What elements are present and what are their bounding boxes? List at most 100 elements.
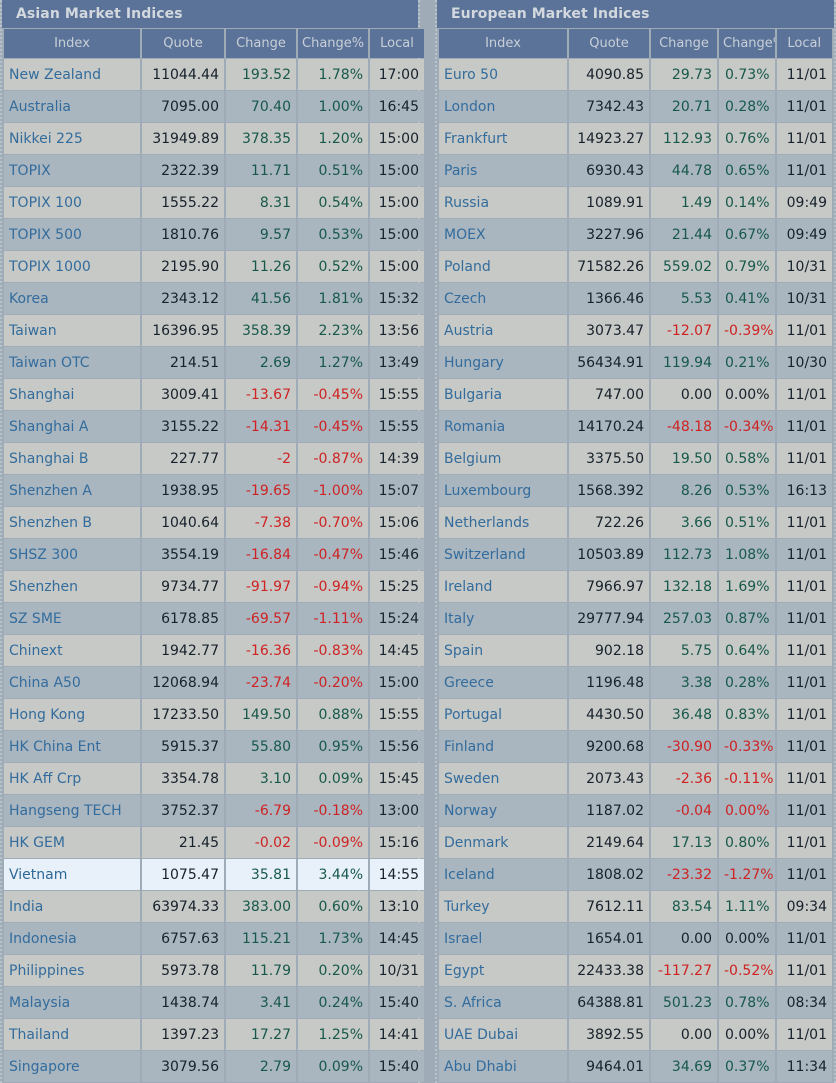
index-name-link[interactable]: Philippines bbox=[4, 955, 140, 986]
index-name-link[interactable]: Frankfurt bbox=[439, 123, 567, 154]
table-row[interactable]: Poland71582.26559.020.79%10/31 bbox=[439, 251, 832, 282]
column-header-changepct[interactable]: Change% bbox=[298, 29, 368, 58]
table-row[interactable]: Vietnam1075.4735.813.44%14:55 bbox=[4, 859, 424, 890]
index-name-link[interactable]: Luxembourg bbox=[439, 475, 567, 506]
index-name-link[interactable]: Hungary bbox=[439, 347, 567, 378]
table-row[interactable]: Euro 504090.8529.730.73%11/01 bbox=[439, 59, 832, 90]
table-row[interactable]: Bulgaria747.000.000.00%11/01 bbox=[439, 379, 832, 410]
table-row[interactable]: Israel1654.010.000.00%11/01 bbox=[439, 923, 832, 954]
table-row[interactable]: Paris6930.4344.780.65%11/01 bbox=[439, 155, 832, 186]
index-name-link[interactable]: TOPIX 100 bbox=[4, 187, 140, 218]
column-header-changepct[interactable]: Change% bbox=[719, 29, 775, 58]
table-row[interactable]: Shanghai A3155.22-14.31-0.45%15:55 bbox=[4, 411, 424, 442]
index-name-link[interactable]: Shenzhen B bbox=[4, 507, 140, 538]
table-row[interactable]: TOPIX2322.3911.710.51%15:00 bbox=[4, 155, 424, 186]
table-row[interactable]: Denmark2149.6417.130.80%11/01 bbox=[439, 827, 832, 858]
index-name-link[interactable]: Austria bbox=[439, 315, 567, 346]
index-name-link[interactable]: HK GEM bbox=[4, 827, 140, 858]
index-name-link[interactable]: Chinext bbox=[4, 635, 140, 666]
table-row[interactable]: HK China Ent5915.3755.800.95%15:56 bbox=[4, 731, 424, 762]
index-name-link[interactable]: TOPIX bbox=[4, 155, 140, 186]
index-name-link[interactable]: Hong Kong bbox=[4, 699, 140, 730]
table-row[interactable]: Hong Kong17233.50149.500.88%15:55 bbox=[4, 699, 424, 730]
index-name-link[interactable]: Indonesia bbox=[4, 923, 140, 954]
index-name-link[interactable]: Poland bbox=[439, 251, 567, 282]
index-name-link[interactable]: Taiwan bbox=[4, 315, 140, 346]
index-name-link[interactable]: Shenzhen A bbox=[4, 475, 140, 506]
table-row[interactable]: Czech1366.465.530.41%10/31 bbox=[439, 283, 832, 314]
index-name-link[interactable]: Vietnam bbox=[4, 859, 140, 890]
table-row[interactable]: Portugal4430.5036.480.83%11/01 bbox=[439, 699, 832, 730]
index-name-link[interactable]: Italy bbox=[439, 603, 567, 634]
table-row[interactable]: Finland9200.68-30.90-0.33%11/01 bbox=[439, 731, 832, 762]
table-row[interactable]: Belgium3375.5019.500.58%11/01 bbox=[439, 443, 832, 474]
index-name-link[interactable]: Bulgaria bbox=[439, 379, 567, 410]
table-row[interactable]: MOEX3227.9621.440.67%09:49 bbox=[439, 219, 832, 250]
column-header-local[interactable]: Local bbox=[777, 29, 833, 58]
index-name-link[interactable]: HK Aff Crp bbox=[4, 763, 140, 794]
table-row[interactable]: S. Africa64388.81501.230.78%08:34 bbox=[439, 987, 832, 1018]
table-row[interactable]: Greece1196.483.380.28%11/01 bbox=[439, 667, 832, 698]
column-header-change[interactable]: Change bbox=[226, 29, 296, 58]
table-row[interactable]: Norway1187.02-0.040.00%11/01 bbox=[439, 795, 832, 826]
column-header-change[interactable]: Change bbox=[651, 29, 717, 58]
table-row[interactable]: Austria3073.47-12.07-0.39%11/01 bbox=[439, 315, 832, 346]
table-row[interactable]: Shanghai B227.77-2-0.87%14:39 bbox=[4, 443, 424, 474]
table-row[interactable]: Abu Dhabi9464.0134.690.37%11:34 bbox=[439, 1051, 832, 1082]
index-name-link[interactable]: Romania bbox=[439, 411, 567, 442]
table-row[interactable]: Switzerland10503.89112.731.08%11/01 bbox=[439, 539, 832, 570]
index-name-link[interactable]: Nikkei 225 bbox=[4, 123, 140, 154]
table-row[interactable]: Spain902.185.750.64%11/01 bbox=[439, 635, 832, 666]
column-header-index[interactable]: Index bbox=[4, 29, 140, 58]
column-header-quote[interactable]: Quote bbox=[569, 29, 649, 58]
index-name-link[interactable]: MOEX bbox=[439, 219, 567, 250]
table-row[interactable]: TOPIX 1001555.228.310.54%15:00 bbox=[4, 187, 424, 218]
index-name-link[interactable]: Iceland bbox=[439, 859, 567, 890]
table-row[interactable]: Shenzhen B1040.64-7.38-0.70%15:06 bbox=[4, 507, 424, 538]
table-row[interactable]: India63974.33383.000.60%13:10 bbox=[4, 891, 424, 922]
index-name-link[interactable]: China A50 bbox=[4, 667, 140, 698]
table-row[interactable]: Chinext1942.77-16.36-0.83%14:45 bbox=[4, 635, 424, 666]
index-name-link[interactable]: Thailand bbox=[4, 1019, 140, 1050]
table-row[interactable]: Italy29777.94257.030.87%11/01 bbox=[439, 603, 832, 634]
table-row[interactable]: TOPIX 5001810.769.570.53%15:00 bbox=[4, 219, 424, 250]
table-row[interactable]: Frankfurt14923.27112.930.76%11/01 bbox=[439, 123, 832, 154]
column-header-local[interactable]: Local bbox=[370, 29, 424, 58]
table-row[interactable]: SZ SME6178.85-69.57-1.11%15:24 bbox=[4, 603, 424, 634]
index-name-link[interactable]: Belgium bbox=[439, 443, 567, 474]
table-row[interactable]: HK Aff Crp3354.783.100.09%15:45 bbox=[4, 763, 424, 794]
table-row[interactable]: Korea2343.1241.561.81%15:32 bbox=[4, 283, 424, 314]
table-row[interactable]: Egypt22433.38-117.27-0.52%11/01 bbox=[439, 955, 832, 986]
table-row[interactable]: Hungary56434.91119.940.21%10/30 bbox=[439, 347, 832, 378]
table-row[interactable]: Russia1089.911.490.14%09:49 bbox=[439, 187, 832, 218]
table-row[interactable]: Ireland7966.97132.181.69%11/01 bbox=[439, 571, 832, 602]
index-name-link[interactable]: Australia bbox=[4, 91, 140, 122]
index-name-link[interactable]: Taiwan OTC bbox=[4, 347, 140, 378]
index-name-link[interactable]: SHSZ 300 bbox=[4, 539, 140, 570]
index-name-link[interactable]: SZ SME bbox=[4, 603, 140, 634]
index-name-link[interactable]: UAE Dubai bbox=[439, 1019, 567, 1050]
index-name-link[interactable]: Denmark bbox=[439, 827, 567, 858]
table-row[interactable]: Malaysia1438.743.410.24%15:40 bbox=[4, 987, 424, 1018]
index-name-link[interactable]: TOPIX 500 bbox=[4, 219, 140, 250]
index-name-link[interactable]: Portugal bbox=[439, 699, 567, 730]
index-name-link[interactable]: Turkey bbox=[439, 891, 567, 922]
table-row[interactable]: Shanghai3009.41-13.67-0.45%15:55 bbox=[4, 379, 424, 410]
index-name-link[interactable]: Switzerland bbox=[439, 539, 567, 570]
table-row[interactable]: UAE Dubai3892.550.000.00%11/01 bbox=[439, 1019, 832, 1050]
index-name-link[interactable]: London bbox=[439, 91, 567, 122]
table-row[interactable]: Iceland1808.02-23.32-1.27%11/01 bbox=[439, 859, 832, 890]
table-row[interactable]: Netherlands722.263.660.51%11/01 bbox=[439, 507, 832, 538]
index-name-link[interactable]: Egypt bbox=[439, 955, 567, 986]
index-name-link[interactable]: India bbox=[4, 891, 140, 922]
table-row[interactable]: SHSZ 3003554.19-16.84-0.47%15:46 bbox=[4, 539, 424, 570]
index-name-link[interactable]: HK China Ent bbox=[4, 731, 140, 762]
index-name-link[interactable]: S. Africa bbox=[439, 987, 567, 1018]
index-name-link[interactable]: Finland bbox=[439, 731, 567, 762]
index-name-link[interactable]: Shanghai B bbox=[4, 443, 140, 474]
index-name-link[interactable]: Netherlands bbox=[439, 507, 567, 538]
table-row[interactable]: Australia7095.0070.401.00%16:45 bbox=[4, 91, 424, 122]
index-name-link[interactable]: Korea bbox=[4, 283, 140, 314]
index-name-link[interactable]: Paris bbox=[439, 155, 567, 186]
table-row[interactable]: Turkey7612.1183.541.11%09:34 bbox=[439, 891, 832, 922]
